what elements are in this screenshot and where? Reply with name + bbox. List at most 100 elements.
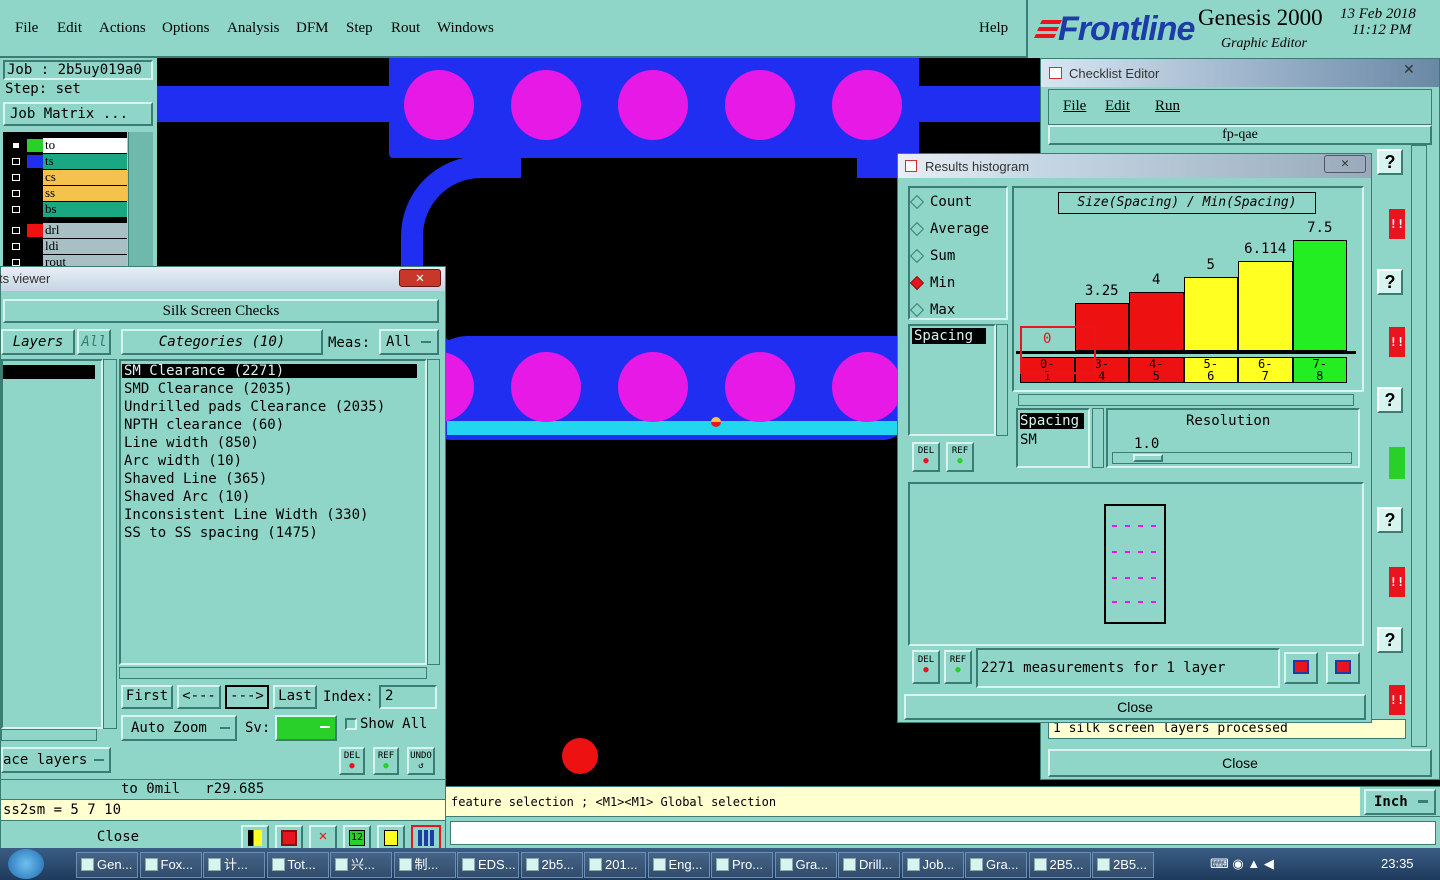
spacing-list[interactable]: Spacing SM — [1016, 408, 1090, 468]
help-icon[interactable]: ? — [1377, 507, 1403, 533]
taskbar-item[interactable]: 2B5... — [1028, 852, 1091, 878]
menu-dfm[interactable]: DFM — [296, 20, 329, 37]
taskbar-item[interactable]: 2b5... — [520, 852, 583, 878]
taskbar-item[interactable]: 201... — [584, 852, 646, 878]
menu-options[interactable]: Options — [162, 20, 210, 37]
export-button[interactable] — [1284, 652, 1318, 684]
menu-help[interactable]: Help — [979, 20, 1008, 37]
measure-item-spacing[interactable]: Spacing — [912, 328, 986, 344]
help-icon[interactable]: ? — [1377, 269, 1403, 295]
viewer-close-button[interactable]: Close — [1, 823, 235, 851]
viewer-command-line[interactable]: ss2sm = 5 7 10 — [1, 799, 445, 821]
layers-scrollbar[interactable] — [103, 359, 117, 729]
layers-hscrollbar[interactable] — [1, 729, 97, 741]
menu-rout[interactable]: Rout — [391, 20, 420, 37]
layers-all-button[interactable]: All — [77, 329, 111, 355]
radio-min[interactable]: Min — [909, 275, 955, 291]
menu-step[interactable]: Step — [346, 20, 373, 37]
meas-dropdown[interactable]: All — [379, 329, 439, 355]
category-item[interactable]: Arc width (10) — [124, 452, 242, 470]
taskbar-item[interactable]: 2B5... — [1092, 852, 1154, 878]
slider-handle[interactable] — [1133, 454, 1163, 462]
radio-count[interactable]: Count — [909, 194, 972, 210]
histogram-bar[interactable] — [1183, 277, 1238, 351]
histogram-bar[interactable] — [1238, 260, 1293, 351]
keyboard-icon[interactable]: ⌨ — [1210, 856, 1229, 871]
resolution-slider[interactable] — [1112, 452, 1352, 464]
layer-checkbox[interactable] — [9, 203, 23, 216]
category-item[interactable]: SS to SS spacing (1475) — [124, 524, 318, 542]
layers-list[interactable] — [1, 359, 103, 729]
checklist-menu-file[interactable]: File — [1063, 98, 1086, 115]
layer-scrollbar[interactable] — [128, 132, 153, 273]
layer-checkbox[interactable] — [9, 155, 23, 168]
category-item[interactable]: SMD Clearance (2035) — [124, 380, 293, 398]
menu-actions[interactable]: Actions — [99, 20, 146, 37]
menu-windows[interactable]: Windows — [437, 20, 494, 37]
histogram-bar[interactable] — [1292, 240, 1347, 351]
taskbar-item[interactable]: Pro... — [711, 852, 773, 878]
layer-checkbox[interactable] — [9, 139, 23, 152]
ref-button[interactable]: REF ● — [373, 747, 399, 775]
taskbar-item[interactable]: EDS... — [457, 852, 519, 878]
taskbar-item[interactable]: Drill... — [838, 852, 900, 878]
index-input[interactable]: 2 — [379, 685, 437, 709]
taskbar-item[interactable]: Gra... — [774, 852, 837, 878]
checklist-scrollbar[interactable] — [1411, 145, 1427, 747]
radio-average[interactable]: Average — [909, 221, 989, 237]
checklist-menu-edit[interactable]: Edit — [1105, 98, 1130, 115]
layers-tab[interactable]: Layers — [1, 329, 75, 355]
last-button[interactable]: Last — [273, 685, 317, 709]
hist-del-button[interactable]: DEL ● — [912, 442, 940, 472]
undo-button[interactable]: UNDO ↺ — [407, 747, 435, 775]
layer-row-ss[interactable]: ss — [9, 186, 127, 201]
taskbar-item[interactable]: Fox... — [139, 852, 202, 878]
histogram-bar[interactable] — [1129, 291, 1184, 351]
units-selector[interactable]: Inch — [1364, 789, 1436, 815]
menu-edit[interactable]: Edit — [57, 20, 82, 37]
error-marker[interactable] — [711, 417, 721, 427]
radio-sum[interactable]: Sum — [909, 248, 955, 264]
severity-dropdown[interactable] — [275, 715, 337, 741]
measure-scrollbar[interactable] — [996, 324, 1008, 436]
help-icon[interactable]: ? — [1377, 387, 1403, 413]
checklist-menu-run[interactable]: Run — [1155, 98, 1180, 115]
layer-row-bs[interactable]: bs — [9, 202, 127, 217]
taskbar-item[interactable]: Gra... — [965, 852, 1027, 878]
volume-icon[interactable]: ◀ — [1264, 856, 1274, 871]
layer-row-to[interactable]: to — [9, 138, 127, 153]
sm-item[interactable]: SM — [1020, 432, 1037, 448]
layer-checkbox[interactable] — [9, 187, 23, 200]
bottom-ref-button[interactable]: REF ● — [944, 650, 972, 684]
checklist-close-button[interactable]: Close — [1048, 749, 1432, 777]
surface-layers-dropdown[interactable]: ace layers — [1, 747, 111, 773]
category-item[interactable]: Undrilled pads Clearance (2035) — [124, 398, 385, 416]
radio-max[interactable]: Max — [909, 302, 955, 318]
taskbar-item[interactable]: Eng... — [647, 852, 710, 878]
category-item[interactable]: Inconsistent Line Width (330) — [124, 506, 368, 524]
import-button[interactable] — [1326, 652, 1360, 684]
layer-row-ldi[interactable]: ldi — [9, 239, 127, 254]
prev-button[interactable]: <--- — [177, 685, 221, 709]
categories-hscrollbar[interactable] — [119, 667, 427, 679]
spacing-item[interactable]: Spacing — [1020, 413, 1084, 429]
first-button[interactable]: First — [121, 685, 173, 709]
spacing-scrollbar[interactable] — [1092, 408, 1104, 468]
del-button[interactable]: DEL ● — [339, 747, 365, 775]
bottom-del-button[interactable]: DEL ● — [912, 650, 940, 684]
command-field[interactable] — [450, 821, 1436, 845]
close-window-icon[interactable]: ✕ — [399, 269, 441, 287]
job-matrix-button[interactable]: Job Matrix ... — [3, 102, 153, 126]
taskbar-item[interactable]: 兴... — [330, 852, 392, 878]
help-icon[interactable]: ? — [1377, 149, 1403, 175]
menu-analysis[interactable]: Analysis — [227, 20, 280, 37]
menu-file[interactable]: File — [15, 20, 38, 37]
close-window-icon[interactable]: ✕ — [1324, 155, 1366, 173]
categories-tab[interactable]: Categories (10) — [121, 329, 323, 355]
help-icon[interactable]: ? — [1377, 627, 1403, 653]
auto-zoom-dropdown[interactable]: Auto Zoom — [121, 715, 237, 741]
category-item[interactable]: Shaved Line (365) — [124, 470, 267, 488]
next-button[interactable]: ---> — [225, 685, 269, 709]
taskbar-item[interactable]: Tot... — [266, 852, 329, 878]
histogram-close-button[interactable]: Close — [904, 694, 1366, 720]
